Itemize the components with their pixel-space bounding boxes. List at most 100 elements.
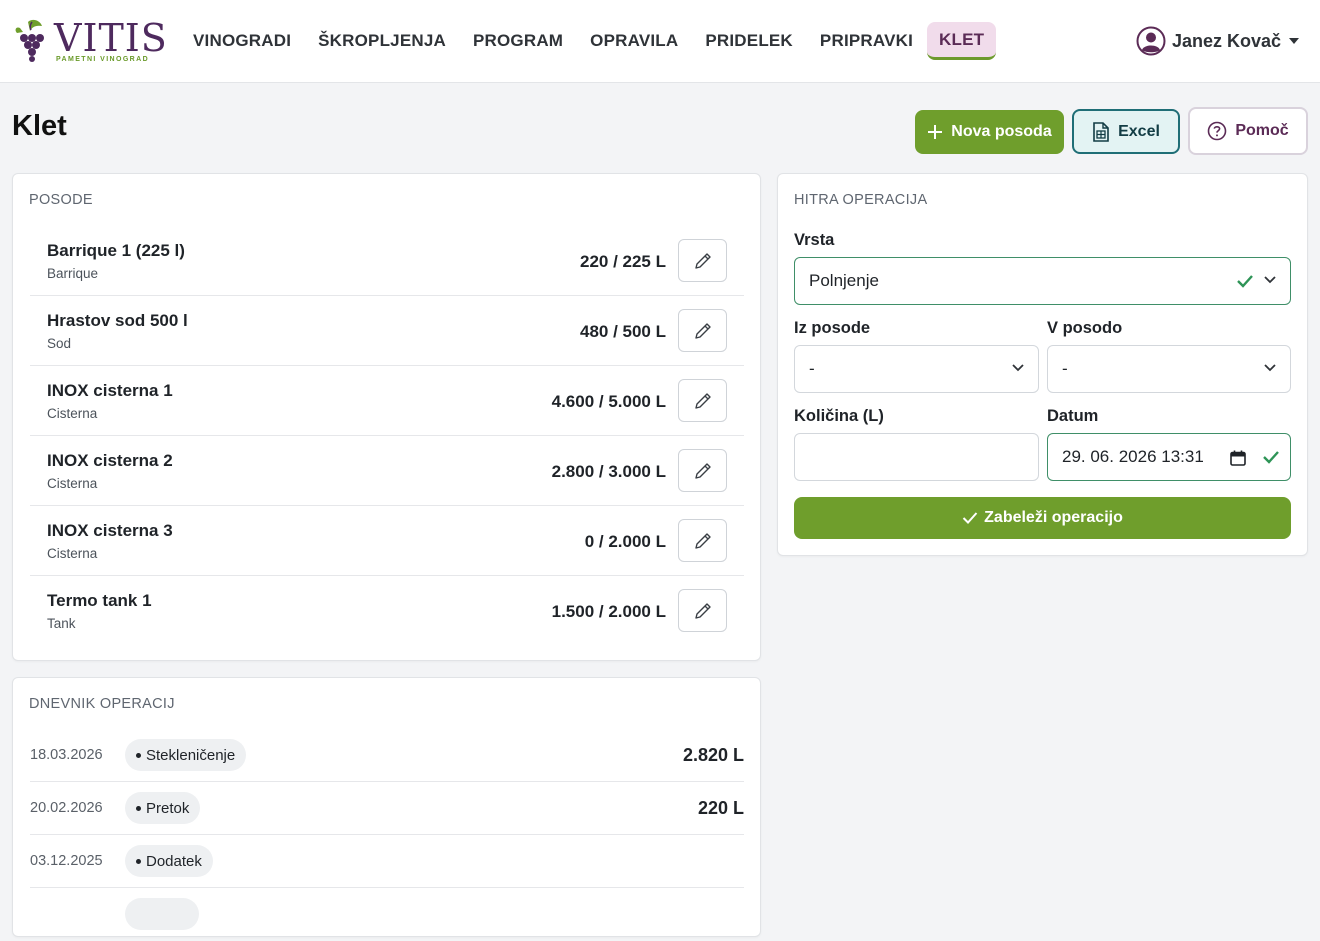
log-operation-badge: Dodatek [125, 845, 213, 877]
vessel-amount: 1.500 / 2.000 L [551, 602, 666, 621]
vessel-row: Barrique 1 (225 l) Barrique 220 / 225 L [30, 226, 744, 296]
pencil-icon [694, 322, 711, 339]
brand-logo[interactable]: VITIS PAMETNI VINOGRAD [14, 18, 167, 66]
vessel-name: Hrastov sod 500 l [47, 311, 188, 330]
vessel-type: Tank [47, 616, 76, 631]
new-vessel-label: Nova posoda [951, 123, 1052, 140]
date-label: Datum [1047, 407, 1099, 425]
vessel-name: INOX cisterna 3 [47, 521, 173, 540]
log-date: 18.03.2026 [30, 747, 103, 763]
vessel-amount: 4.600 / 5.000 L [551, 392, 666, 411]
grape-logo-icon [15, 19, 44, 62]
vessels-card: POSODE Barrique 1 (225 l) Barrique 220 /… [12, 173, 761, 661]
vessel-name: INOX cisterna 2 [47, 451, 173, 470]
quick-operation-card: HITRA OPERACIJA Vrsta Polnjenje Iz posod… [777, 173, 1308, 556]
bullet-icon [136, 752, 141, 758]
spreadsheet-icon [1092, 121, 1110, 142]
date-value: 29. 06. 2026 13:31 [1062, 447, 1204, 466]
vessel-name: Termo tank 1 [47, 591, 152, 610]
chevron-down-icon [1264, 364, 1276, 372]
excel-export-button[interactable]: Excel [1072, 109, 1180, 154]
type-select-value: Polnjenje [809, 271, 879, 290]
edit-vessel-button[interactable] [678, 449, 727, 492]
excel-label: Excel [1118, 122, 1160, 140]
check-icon [1237, 275, 1253, 288]
vessel-type: Barrique [47, 266, 99, 281]
brand-tagline: PAMETNI VINOGRAD [56, 56, 150, 63]
to-vessel-value: - [1062, 359, 1068, 378]
log-row: 03.12.2025 Dodatek [30, 835, 744, 888]
log-amount: 220 L [697, 798, 744, 818]
edit-vessel-button[interactable] [678, 239, 727, 282]
help-button[interactable]: Pomoč [1188, 107, 1308, 155]
log-operation: Dodatek [146, 852, 202, 870]
log-row [30, 888, 744, 941]
help-label: Pomoč [1235, 122, 1289, 139]
plus-icon [927, 124, 943, 140]
question-circle-icon [1207, 121, 1227, 141]
operations-log-card: DNEVNIK OPERACIJ 18.03.2026 Stekleničenj… [12, 677, 761, 937]
pencil-icon [694, 252, 711, 269]
top-navbar: VITIS PAMETNI VINOGRAD VINOGRADI ŠKROPLJ… [0, 0, 1320, 83]
main-menu: VINOGRADI ŠKROPLJENJA PROGRAM OPRAVILA P… [180, 22, 997, 62]
nav-item-skropljenja[interactable]: ŠKROPLJENJA [305, 22, 459, 60]
check-icon [1263, 451, 1279, 464]
log-operation: Stekleničenje [146, 746, 236, 764]
vessel-amount: 2.800 / 3.000 L [551, 462, 666, 481]
vessel-row: Hrastov sod 500 l Sod 480 / 500 L [30, 296, 744, 366]
bullet-icon [136, 858, 141, 864]
operations-log-title: DNEVNIK OPERACIJ [29, 696, 175, 712]
vessel-type: Cisterna [47, 476, 98, 491]
chevron-down-icon [1264, 276, 1276, 284]
log-operation: Pretok [146, 799, 190, 817]
edit-vessel-button[interactable] [678, 309, 727, 352]
quantity-input[interactable] [794, 433, 1039, 481]
edit-vessel-button[interactable] [678, 519, 727, 562]
log-row: 20.02.2026 Pretok 220 L [30, 782, 744, 835]
page-title: Klet [12, 110, 67, 142]
vessel-row: INOX cisterna 3 Cisterna 0 / 2.000 L [30, 506, 744, 576]
type-select[interactable]: Polnjenje [794, 257, 1291, 305]
nav-item-vinogradi[interactable]: VINOGRADI [180, 22, 304, 60]
pencil-icon [694, 392, 711, 409]
user-menu[interactable]: Janez Kovač [1136, 25, 1300, 57]
quantity-label: Količina (L) [794, 407, 884, 425]
user-name: Janez Kovač [1172, 30, 1282, 51]
vessels-card-title: POSODE [29, 192, 93, 208]
edit-vessel-button[interactable] [678, 379, 727, 422]
new-vessel-button[interactable]: Nova posoda [915, 110, 1064, 154]
pencil-icon [694, 602, 711, 619]
vessel-amount: 0 / 2.000 L [584, 532, 666, 551]
record-operation-label: Zabeleži operacijo [984, 509, 1123, 526]
vessel-row: INOX cisterna 1 Cisterna 4.600 / 5.000 L [30, 366, 744, 436]
nav-item-pridelek[interactable]: PRIDELEK [692, 22, 806, 60]
edit-vessel-button[interactable] [678, 589, 727, 632]
pencil-icon [694, 462, 711, 479]
quick-operation-title: HITRA OPERACIJA [794, 192, 928, 208]
from-vessel-select[interactable]: - [794, 345, 1039, 393]
nav-item-program[interactable]: PROGRAM [460, 22, 576, 60]
chevron-down-icon [1289, 38, 1300, 44]
log-operation-badge: Stekleničenje [125, 739, 247, 771]
calendar-icon[interactable] [1230, 450, 1246, 466]
chevron-down-icon [1012, 364, 1024, 372]
nav-item-klet[interactable]: KLET [927, 22, 997, 60]
date-input[interactable]: 29. 06. 2026 13:31 [1047, 433, 1291, 481]
log-amount: 2.820 L [682, 745, 744, 765]
nav-item-pripravki[interactable]: PRIPRAVKI [807, 22, 926, 60]
record-operation-button[interactable]: Zabeleži operacijo [794, 497, 1291, 539]
bullet-icon [136, 805, 141, 811]
brand-name: VITIS [54, 16, 168, 60]
log-operation-badge: Pretok [125, 792, 201, 824]
to-vessel-select[interactable]: - [1047, 345, 1291, 393]
check-icon [962, 512, 978, 524]
vessel-amount: 480 / 500 L [579, 322, 666, 341]
vessel-type: Cisterna [47, 406, 98, 421]
from-vessel-label: Iz posode [794, 319, 871, 337]
log-row: 18.03.2026 Stekleničenje 2.820 L [30, 729, 744, 782]
log-operation-badge [125, 898, 199, 930]
type-label: Vrsta [794, 231, 835, 249]
vessel-row: INOX cisterna 2 Cisterna 2.800 / 3.000 L [30, 436, 744, 506]
to-vessel-label: V posodo [1047, 319, 1123, 337]
nav-item-opravila[interactable]: OPRAVILA [577, 22, 691, 60]
